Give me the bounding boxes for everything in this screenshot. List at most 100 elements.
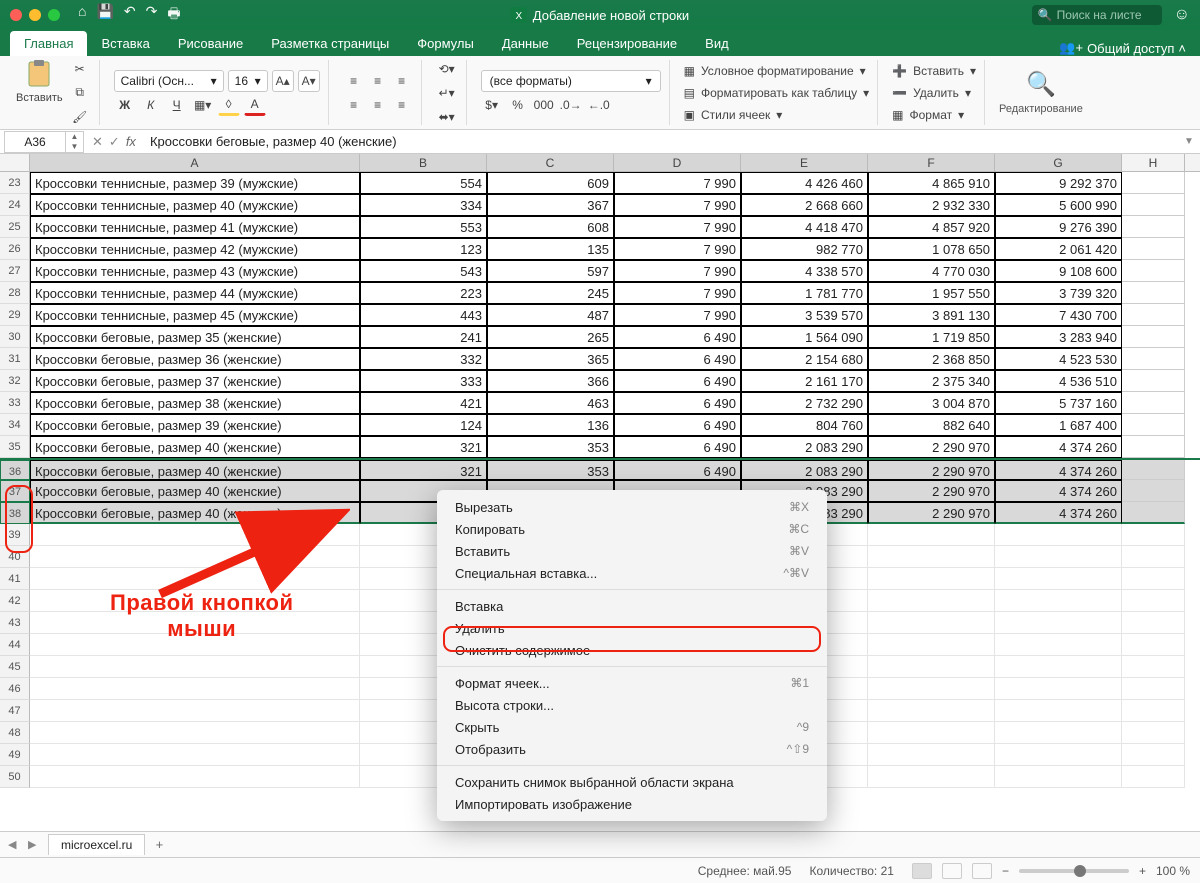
row-header[interactable]: 28 — [0, 282, 30, 304]
cell[interactable]: Кроссовки теннисные, размер 39 (мужские) — [30, 172, 360, 194]
cell[interactable] — [995, 700, 1122, 722]
name-box-stepper[interactable]: ▲▼ — [66, 131, 84, 153]
cell[interactable]: 4 374 260 — [995, 460, 1122, 480]
cell[interactable] — [1122, 260, 1185, 282]
row-header[interactable]: 38 — [0, 502, 30, 524]
number-format-select[interactable]: (все форматы)▾ — [481, 70, 661, 92]
cell[interactable]: 9 276 390 — [995, 216, 1122, 238]
sheet-next-icon[interactable]: ▶ — [28, 838, 44, 851]
cell[interactable]: 6 490 — [614, 460, 741, 480]
row-header[interactable]: 23 — [0, 172, 30, 194]
cell[interactable]: 2 732 290 — [741, 392, 868, 414]
cell[interactable]: 4 523 530 — [995, 348, 1122, 370]
row-header[interactable]: 44 — [0, 634, 30, 656]
row-header[interactable]: 42 — [0, 590, 30, 612]
underline-icon[interactable]: Ч — [166, 94, 188, 116]
cell[interactable] — [1122, 678, 1185, 700]
insert-button[interactable]: ➕ Вставить ▾ — [892, 61, 976, 81]
cell[interactable]: 123 — [360, 238, 487, 260]
cell[interactable] — [995, 656, 1122, 678]
cut-icon[interactable]: ✂ — [69, 58, 91, 80]
cell[interactable]: Кроссовки теннисные, размер 44 (мужские) — [30, 282, 360, 304]
minimize-icon[interactable] — [29, 9, 41, 21]
cell[interactable]: Кроссовки теннисные, размер 43 (мужские) — [30, 260, 360, 282]
cell[interactable]: 7 990 — [614, 238, 741, 260]
cell[interactable]: 7 990 — [614, 194, 741, 216]
col-header-E[interactable]: E — [741, 154, 868, 171]
row-header[interactable]: 34 — [0, 414, 30, 436]
cell[interactable] — [868, 524, 995, 546]
cell[interactable] — [1122, 216, 1185, 238]
cell[interactable]: 367 — [487, 194, 614, 216]
increase-font-icon[interactable]: A▴ — [272, 70, 294, 92]
row-header[interactable]: 36 — [0, 460, 30, 480]
cell[interactable]: 241 — [360, 326, 487, 348]
tab-layout[interactable]: Разметка страницы — [257, 31, 403, 56]
italic-icon[interactable]: К — [140, 94, 162, 116]
cell[interactable] — [868, 722, 995, 744]
cell[interactable]: 609 — [487, 172, 614, 194]
cell[interactable] — [30, 744, 360, 766]
cell[interactable]: 1 078 650 — [868, 238, 995, 260]
cell[interactable]: 7 990 — [614, 282, 741, 304]
cell[interactable] — [995, 766, 1122, 788]
cell[interactable]: Кроссовки теннисные, размер 45 (мужские) — [30, 304, 360, 326]
cell[interactable]: 3 891 130 — [868, 304, 995, 326]
cell[interactable]: 245 — [487, 282, 614, 304]
fx-icon[interactable]: fx — [126, 134, 136, 150]
cell[interactable] — [1122, 460, 1185, 480]
cell[interactable]: 2 061 420 — [995, 238, 1122, 260]
cell[interactable] — [868, 744, 995, 766]
cell[interactable]: 124 — [360, 414, 487, 436]
row-header[interactable]: 40 — [0, 546, 30, 568]
row-header[interactable]: 27 — [0, 260, 30, 282]
cell[interactable] — [1122, 656, 1185, 678]
align-left-icon[interactable]: ≡ — [343, 94, 365, 116]
cell[interactable]: Кроссовки беговые, размер 40 (женские) — [30, 502, 360, 524]
row-header[interactable]: 31 — [0, 348, 30, 370]
conditional-formatting-button[interactable]: ▦ Условное форматирование ▾ — [684, 61, 870, 81]
row-header[interactable]: 50 — [0, 766, 30, 788]
cell[interactable]: 1 564 090 — [741, 326, 868, 348]
currency-icon[interactable]: $▾ — [481, 94, 503, 116]
redo-icon[interactable]: ↷ — [146, 3, 158, 27]
row-header[interactable]: 45 — [0, 656, 30, 678]
cell[interactable] — [1122, 700, 1185, 722]
cell[interactable] — [1122, 282, 1185, 304]
cell[interactable]: 4 374 260 — [995, 502, 1122, 524]
context-menu-item[interactable]: Вырезать⌘X — [437, 496, 827, 518]
sheet-prev-icon[interactable]: ◀ — [8, 838, 24, 851]
cell[interactable]: 3 283 940 — [995, 326, 1122, 348]
wrap-text-icon[interactable]: ↵▾ — [436, 82, 458, 104]
tab-formulas[interactable]: Формулы — [403, 31, 488, 56]
tab-review[interactable]: Рецензирование — [563, 31, 691, 56]
row-header[interactable]: 37 — [0, 480, 30, 502]
view-normal-icon[interactable] — [912, 863, 932, 879]
cell[interactable]: 3 004 870 — [868, 392, 995, 414]
cell[interactable]: 333 — [360, 370, 487, 392]
tab-view[interactable]: Вид — [691, 31, 743, 56]
formula-bar-expand-icon[interactable]: ▼ — [1184, 136, 1200, 147]
paste-button[interactable]: Вставить — [16, 92, 63, 104]
context-menu-item[interactable]: Высота строки... — [437, 694, 827, 716]
cell[interactable] — [995, 722, 1122, 744]
cell[interactable]: 4 770 030 — [868, 260, 995, 282]
close-icon[interactable] — [10, 9, 22, 21]
cancel-icon[interactable]: ✕ — [92, 134, 103, 150]
comma-icon[interactable]: 000 — [533, 94, 555, 116]
cell[interactable]: Кроссовки теннисные, размер 40 (мужские) — [30, 194, 360, 216]
formula-input[interactable]: Кроссовки беговые, размер 40 (женские) — [144, 131, 1184, 153]
cell[interactable]: 2 290 970 — [868, 502, 995, 524]
cell[interactable] — [995, 634, 1122, 656]
editing-icon[interactable]: 🔍 — [999, 70, 1083, 99]
cell-styles-button[interactable]: ▣ Стили ячеек ▾ — [684, 105, 870, 125]
col-header-G[interactable]: G — [995, 154, 1122, 171]
cell[interactable]: 4 374 260 — [995, 480, 1122, 502]
cell[interactable] — [30, 766, 360, 788]
row-header[interactable]: 26 — [0, 238, 30, 260]
cell[interactable] — [30, 656, 360, 678]
cell[interactable]: 421 — [360, 392, 487, 414]
decrease-decimal-icon[interactable]: ←.0 — [587, 94, 611, 116]
cell[interactable]: 4 374 260 — [995, 436, 1122, 458]
cell[interactable]: 7 990 — [614, 260, 741, 282]
